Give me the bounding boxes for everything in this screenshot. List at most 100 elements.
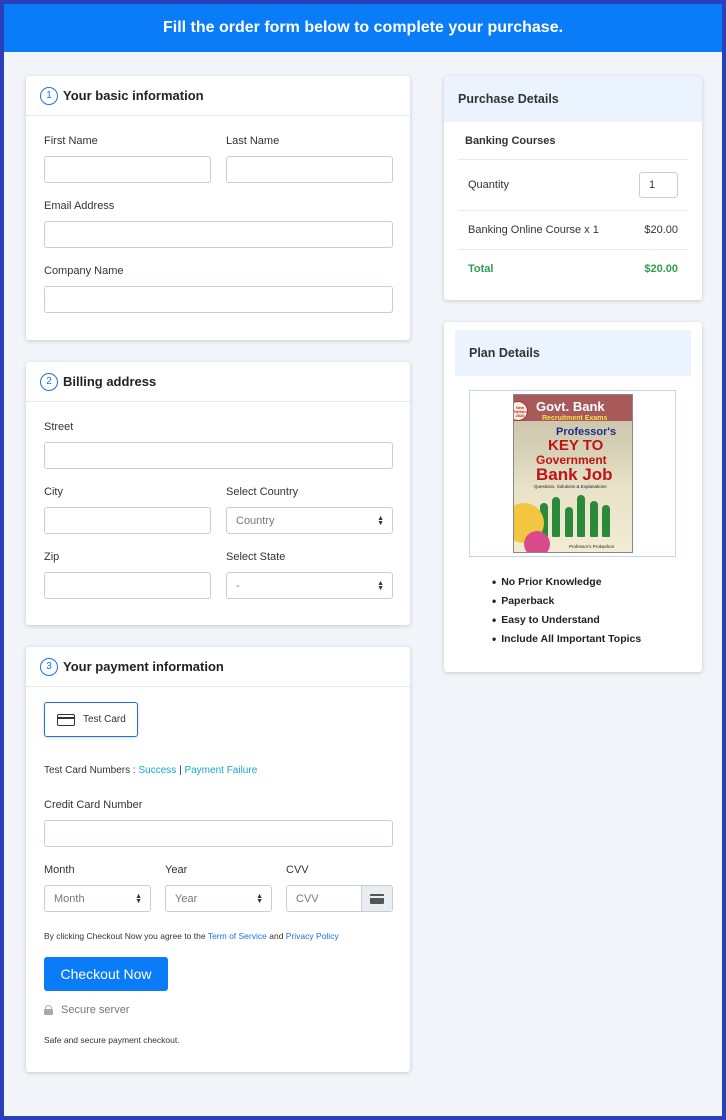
cvv-input[interactable]: CVV [286, 885, 393, 912]
country-label: Select Country [226, 486, 299, 498]
country-value: Country [236, 514, 275, 527]
month-select[interactable]: Month ▲ ▼ [44, 885, 151, 912]
purchase-details-card: Purchase Details Banking Courses Quantit… [444, 76, 702, 300]
book-subtitle: Questions, Solutions & Explanations [534, 484, 607, 489]
checkout-button[interactable]: Checkout Now [44, 957, 168, 991]
last-name-label: Last Name [226, 135, 280, 147]
book-figures [540, 493, 610, 537]
billing-header: 2 Billing address [26, 362, 410, 402]
book-edition: New Edition 2020 [513, 405, 527, 418]
test-card-button[interactable]: Test Card [44, 702, 138, 737]
line-item-row: Banking Online Course x 1 $20.00 [458, 211, 688, 250]
feature-item: • Easy to Understand [492, 612, 600, 627]
book-title-line6: Bank Job [536, 465, 613, 484]
line-item-name: Banking Online Course x 1 [468, 224, 599, 236]
cvv-card-icon [361, 886, 392, 911]
street-input[interactable] [44, 442, 393, 469]
billing-card: 2 Billing address Street City Select Cou… [26, 362, 410, 625]
zip-label: Zip [44, 551, 60, 563]
book-cover-image: New Edition 2020 Govt. Bank Recruitment … [513, 394, 633, 553]
purchase-details-header: Purchase Details [444, 76, 702, 122]
country-select[interactable]: Country ▲ ▼ [226, 507, 393, 534]
book-title-line4: KEY TO [548, 437, 604, 454]
credit-card-icon [57, 713, 75, 726]
payment-failure-link[interactable]: Payment Failure [184, 765, 257, 776]
step-number: 1 [40, 86, 58, 105]
feature-list: • No Prior Knowledge • Paperback • Easy to … [492, 572, 641, 648]
state-label: Select State [226, 551, 286, 563]
first-name-label: First Name [44, 135, 98, 147]
payment-card: 3 Your payment information Test Card Tes… [26, 647, 410, 1072]
lock-icon [44, 1005, 53, 1015]
city-input[interactable] [44, 507, 211, 534]
section-title: Billing address [63, 374, 157, 389]
select-arrows-icon: ▲ ▼ [135, 892, 142, 905]
terms-prefix: By clicking Checkout Now you agree to th… [44, 931, 206, 941]
select-arrows-icon: ▲ ▼ [377, 579, 384, 592]
total-row: Total $20.00 [458, 250, 688, 288]
section-title: Your basic information [63, 88, 204, 103]
email-label: Email Address [44, 200, 115, 212]
city-label: City [44, 486, 63, 498]
plan-details-card: Plan Details New Edition 2020 Govt. Bank… [444, 322, 702, 672]
product-name: Banking Courses [465, 134, 556, 147]
company-label: Company Name [44, 265, 124, 277]
page-frame: Fill the order form below to complete yo… [4, 4, 722, 1116]
terms-and: and [269, 931, 284, 941]
success-link[interactable]: Success [138, 765, 176, 776]
feature-item: • Include All Important Topics [492, 631, 642, 646]
card-number-label: Credit Card Number [44, 799, 143, 811]
state-value: - [236, 579, 240, 592]
company-input[interactable] [44, 286, 393, 313]
book-title-line1: Govt. Bank [536, 399, 605, 414]
basic-info-card: 1 Your basic information First Name Last… [26, 76, 410, 340]
banner-text: Fill the order form below to complete yo… [162, 19, 564, 36]
step-number: 3 [40, 657, 58, 676]
month-value: Month [54, 892, 85, 905]
safe-checkout-text: Safe and secure payment checkout. [44, 1035, 180, 1045]
state-select[interactable]: - ▲ ▼ [226, 572, 393, 599]
purchase-details-title: Purchase Details [458, 92, 559, 106]
cvv-placeholder: CVV [296, 892, 319, 905]
terms-text: By clicking Checkout Now you agree to th… [44, 931, 339, 941]
quantity-label: Quantity [468, 179, 509, 191]
line-item-price: $20.00 [644, 224, 678, 236]
test-numbers-prefix: Test Card Numbers : [44, 765, 136, 776]
step-number: 2 [40, 372, 58, 391]
total-value: $20.00 [644, 263, 678, 275]
year-value: Year [175, 892, 198, 905]
book-title-line2: Recruitment Exams [542, 415, 608, 422]
plan-details-title: Plan Details [469, 346, 540, 360]
card-number-input[interactable] [44, 820, 393, 847]
feature-item: • No Prior Knowledge [492, 574, 602, 589]
privacy-policy-link[interactable]: Privacy Policy [286, 931, 339, 941]
quantity-row: Quantity 1 [458, 160, 688, 211]
year-select[interactable]: Year ▲ ▼ [165, 885, 272, 912]
plan-details-header: Plan Details [455, 330, 691, 376]
year-label: Year [165, 864, 188, 876]
quantity-input[interactable]: 1 [639, 172, 678, 198]
terms-of-service-link[interactable]: Term of Service [208, 931, 267, 941]
cvv-label: CVV [286, 864, 309, 876]
book-image-frame: New Edition 2020 Govt. Bank Recruitment … [469, 390, 676, 557]
select-arrows-icon: ▲ ▼ [256, 892, 263, 905]
zip-input[interactable] [44, 572, 211, 599]
book-publisher: Professor's Prokashon [569, 544, 615, 549]
feature-item: • Paperback [492, 593, 555, 608]
test-card-numbers: Test Card Numbers : Success | Payment Fa… [44, 765, 257, 776]
checkout-label: Checkout Now [60, 966, 152, 982]
link-separator: | [179, 765, 182, 776]
street-label: Street [44, 421, 74, 433]
basic-info-header: 1 Your basic information [26, 76, 410, 116]
secure-server-label: Secure server [61, 1004, 130, 1016]
select-arrows-icon: ▲ ▼ [377, 514, 384, 527]
last-name-input[interactable] [226, 156, 393, 183]
secure-server: Secure server [44, 1004, 129, 1016]
product-name-row: Banking Courses [458, 122, 688, 160]
top-banner: Fill the order form below to complete yo… [4, 4, 722, 52]
test-card-label: Test Card [83, 714, 126, 725]
section-title: Your payment information [63, 659, 224, 674]
first-name-input[interactable] [44, 156, 211, 183]
email-input[interactable] [44, 221, 393, 248]
total-label: Total [468, 263, 494, 275]
